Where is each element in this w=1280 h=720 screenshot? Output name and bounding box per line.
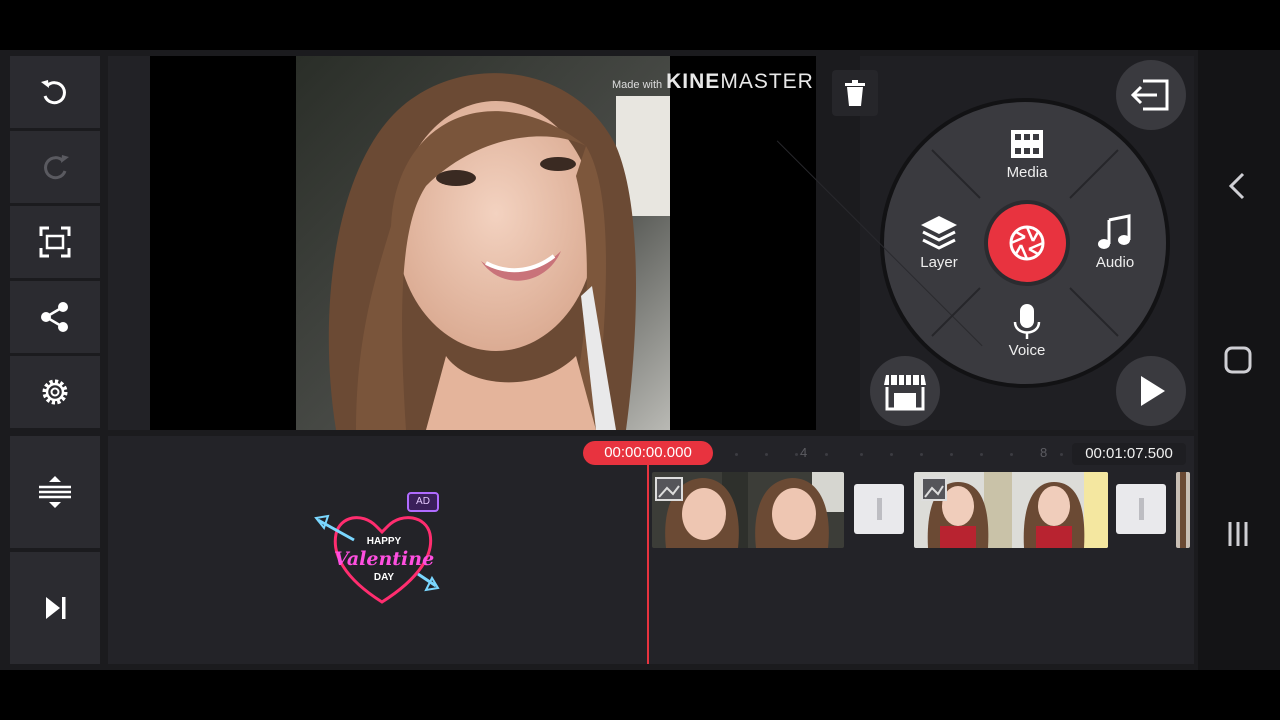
clip-2[interactable] bbox=[914, 472, 1108, 548]
voice-icon bbox=[1013, 304, 1041, 339]
audio-button[interactable]: Audio bbox=[1065, 214, 1165, 271]
home-icon bbox=[1224, 346, 1252, 374]
jump-to-end-button[interactable] bbox=[10, 552, 100, 664]
clip-3-thumbnail bbox=[1176, 472, 1190, 548]
ruler-dot bbox=[860, 453, 863, 456]
ruler-dot bbox=[1010, 453, 1013, 456]
play-button[interactable] bbox=[1116, 356, 1186, 426]
ruler-dot bbox=[765, 453, 768, 456]
ruler-dot bbox=[1060, 453, 1063, 456]
delete-button[interactable] bbox=[832, 70, 878, 116]
audio-label: Audio bbox=[1095, 254, 1135, 271]
fullscreen-button[interactable] bbox=[10, 206, 100, 278]
sticker-day: DAY bbox=[373, 572, 395, 583]
record-button[interactable] bbox=[984, 200, 1070, 286]
ruler-dot bbox=[920, 453, 923, 456]
watermark-brand-thin: MASTER bbox=[720, 70, 814, 93]
media-icon bbox=[1011, 130, 1043, 158]
layer-button[interactable]: Layer bbox=[889, 214, 989, 271]
recents-icon bbox=[1228, 522, 1248, 546]
settings-button[interactable] bbox=[10, 356, 100, 428]
media-button[interactable]: Media bbox=[977, 126, 1077, 181]
ruler-tick-4: 4 bbox=[800, 445, 808, 460]
undo-icon bbox=[41, 80, 66, 105]
share-button[interactable] bbox=[10, 281, 100, 353]
watermark-brand: KINEMASTER bbox=[666, 70, 814, 94]
ad-badge: AD bbox=[407, 492, 439, 512]
redo-icon bbox=[44, 155, 69, 180]
ruler-dot bbox=[980, 453, 983, 456]
delete-icon bbox=[845, 80, 865, 106]
nav-home-button[interactable] bbox=[1222, 344, 1254, 376]
settings-icon bbox=[42, 379, 68, 405]
expand-timeline-button[interactable] bbox=[10, 436, 100, 548]
clip-2-thumbnail bbox=[914, 472, 1108, 548]
audio-icon bbox=[1098, 214, 1131, 249]
record-icon bbox=[1009, 225, 1045, 261]
sticker-valentine: Valentine bbox=[333, 548, 435, 570]
undo-button[interactable] bbox=[10, 56, 100, 128]
valentine-sticker-layer[interactable]: AD HAPPY Valentine DAY bbox=[314, 490, 444, 610]
layer-label: Layer bbox=[920, 254, 958, 271]
play-icon bbox=[1141, 376, 1165, 406]
transition-2[interactable] bbox=[1116, 484, 1166, 534]
redo-button[interactable] bbox=[10, 131, 100, 203]
preview-photo bbox=[296, 56, 670, 430]
layer-icon bbox=[921, 216, 957, 250]
expand-timeline-icon bbox=[39, 476, 71, 508]
sticker-happy: HAPPY bbox=[366, 536, 402, 547]
watermark-prefix: Made with bbox=[612, 79, 663, 91]
nav-recents-button[interactable] bbox=[1222, 518, 1254, 550]
timeline[interactable] bbox=[108, 436, 1194, 664]
kinemaster-watermark: Made with KINEMASTER bbox=[612, 70, 814, 94]
total-time: 00:01:07.500 bbox=[1072, 443, 1186, 465]
asset-store-button[interactable] bbox=[870, 356, 940, 426]
clip-3[interactable] bbox=[1176, 472, 1190, 548]
ruler-dot bbox=[825, 453, 828, 456]
preview-side-margin bbox=[108, 56, 150, 430]
ruler-dot bbox=[890, 453, 893, 456]
clip-1-thumbnail bbox=[652, 472, 844, 548]
ruler-dot bbox=[950, 453, 953, 456]
playhead[interactable] bbox=[647, 462, 649, 664]
jump-to-end-icon bbox=[46, 597, 66, 619]
ruler-dot bbox=[735, 453, 738, 456]
nav-back-button[interactable] bbox=[1222, 170, 1254, 202]
back-icon bbox=[1228, 172, 1245, 200]
clip-1[interactable] bbox=[652, 472, 844, 548]
ruler-tick-8: 8 bbox=[1040, 445, 1048, 460]
voice-label: Voice bbox=[1008, 342, 1046, 359]
ruler-dot bbox=[795, 453, 798, 456]
watermark-brand-bold: KINE bbox=[666, 70, 721, 93]
store-icon bbox=[884, 375, 926, 411]
transition-1[interactable] bbox=[854, 484, 904, 534]
share-icon bbox=[41, 302, 68, 332]
fullscreen-icon bbox=[39, 226, 71, 258]
voice-button[interactable]: Voice bbox=[977, 302, 1077, 359]
media-label: Media bbox=[1006, 164, 1048, 181]
